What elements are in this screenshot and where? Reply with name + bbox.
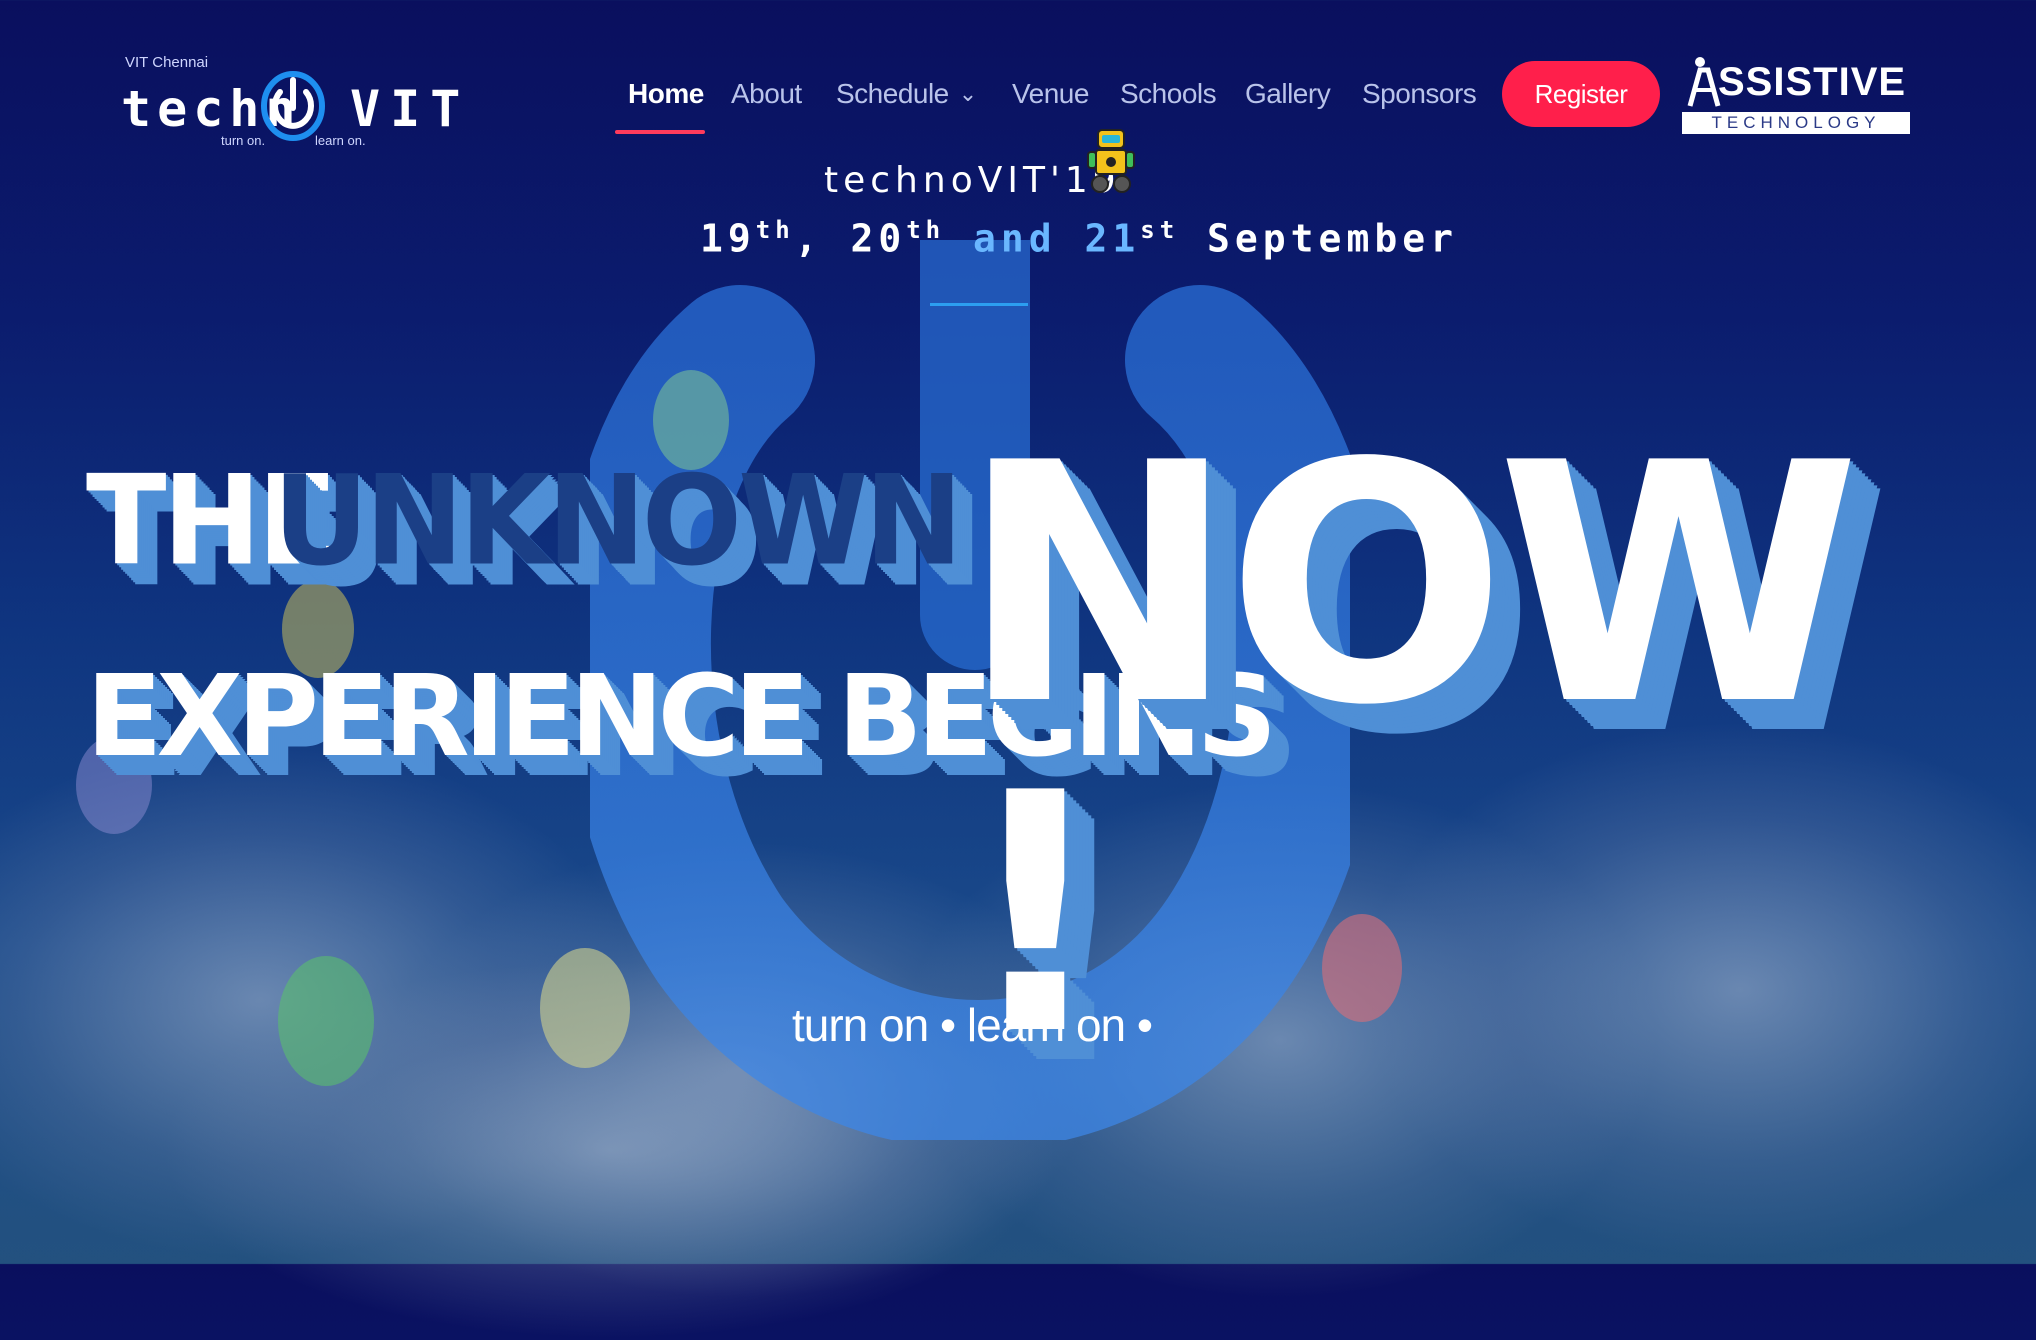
technovit-logo[interactable]: VIT Chennai techn VIT turn on. learn on. xyxy=(115,50,460,160)
assistive-technology-logo[interactable]: SSISTIVE TECHNOLOGY xyxy=(1680,56,1912,136)
logo-name-right: VIT xyxy=(350,80,471,138)
nav-schools[interactable]: Schools xyxy=(1120,78,1217,110)
chevron-down-icon: ⌄ xyxy=(958,81,977,106)
nav-venue[interactable]: Venue xyxy=(1012,78,1089,110)
bokeh-bubble xyxy=(540,948,630,1068)
title-divider xyxy=(930,303,1028,306)
nav-about[interactable]: About xyxy=(731,78,802,110)
sponsor-logo-sub: TECHNOLOGY xyxy=(1682,112,1910,134)
nav-schedule[interactable]: Schedule ⌄ xyxy=(836,78,977,110)
event-day2-sup: th xyxy=(906,216,946,244)
event-sep: , xyxy=(794,216,851,261)
nav-schedule-label: Schedule xyxy=(836,78,949,109)
event-dates: 19th, 20th and 21st September xyxy=(700,216,1458,261)
nav-home[interactable]: Home xyxy=(628,78,704,110)
nav-sponsors[interactable]: Sponsors xyxy=(1362,78,1477,110)
nav-active-indicator xyxy=(615,130,705,134)
event-day1-sup: th xyxy=(755,216,795,244)
logo-tagline-right: learn on. xyxy=(315,133,366,148)
hero-tagline: turn on • learn on • xyxy=(792,999,1153,1051)
event-day3: 21 xyxy=(1084,216,1141,261)
register-button[interactable]: Register xyxy=(1502,61,1660,127)
bokeh-bubble xyxy=(278,956,374,1086)
event-and: and xyxy=(945,216,1085,261)
event-title: technoVIT'19 xyxy=(824,160,1121,201)
event-day2: 20 xyxy=(850,216,907,261)
event-month: September xyxy=(1179,216,1458,261)
power-icon xyxy=(261,71,325,141)
logo-tagline-left: turn on. xyxy=(221,133,266,148)
headline-unknown: UNKNOWN xyxy=(273,448,963,593)
headline-now: NOW ! xyxy=(960,393,1861,1107)
robot-icon xyxy=(1087,129,1135,193)
logo-org: VIT Chennai xyxy=(125,54,209,71)
nav-gallery[interactable]: Gallery xyxy=(1245,78,1331,110)
event-day1: 19 xyxy=(700,216,756,261)
sponsor-logo-word: SSISTIVE xyxy=(1718,60,1907,104)
event-day3-sup: st xyxy=(1140,216,1180,244)
